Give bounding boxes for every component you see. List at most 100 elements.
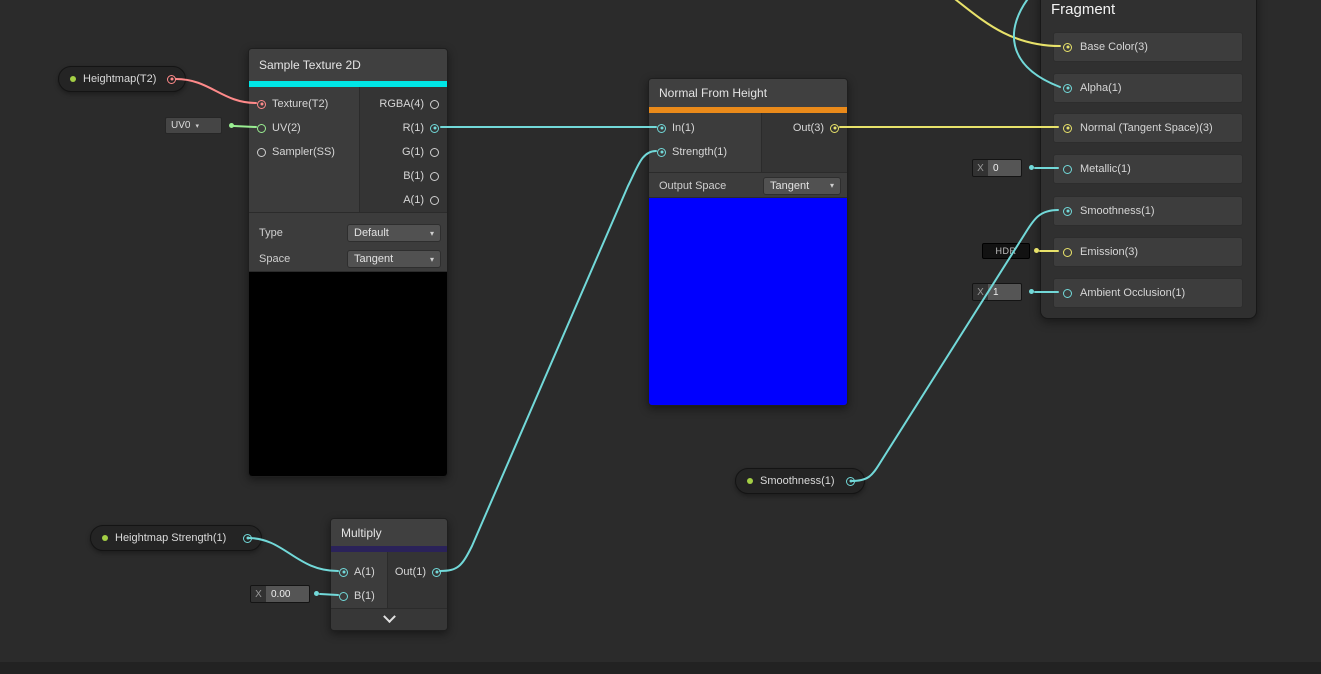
dropdown-value: Tangent: [354, 253, 393, 265]
port-sampler-input[interactable]: [257, 148, 266, 157]
port-alpha[interactable]: [1063, 84, 1072, 93]
port-g-output[interactable]: [430, 148, 439, 157]
chevron-down-icon: ▾: [425, 229, 434, 238]
port-a-output[interactable]: [430, 196, 439, 205]
property-token-heightmap[interactable]: Heightmap(T2): [58, 66, 186, 92]
multiply-b-connector-dot: [314, 591, 319, 596]
port-base-color[interactable]: [1063, 43, 1072, 52]
block-label: Metallic(1): [1080, 163, 1131, 175]
port-heightmap-strength-output[interactable]: [243, 534, 252, 543]
block-normal-tangent-space[interactable]: Normal (Tangent Space)(3): [1053, 113, 1243, 143]
port-b-output[interactable]: [430, 172, 439, 181]
uv-channel-dropdown[interactable]: UV0 ▾: [165, 117, 222, 134]
input-row-b: B(1): [331, 584, 387, 608]
port-label: A(1): [354, 566, 375, 578]
block-ambient-occlusion[interactable]: Ambient Occlusion(1): [1053, 278, 1243, 308]
node-title[interactable]: Multiply: [331, 519, 447, 546]
fragment-title: Fragment: [1051, 1, 1115, 18]
output-row-r: R(1): [360, 116, 447, 140]
exposed-indicator-dot: [747, 478, 753, 484]
multiply-b-value-input[interactable]: 0.00: [266, 586, 309, 602]
port-strength-input[interactable]: [657, 148, 666, 157]
metallic-default-field[interactable]: X 0: [972, 159, 1022, 177]
block-label: Ambient Occlusion(1): [1080, 287, 1185, 299]
port-in-input[interactable]: [657, 124, 666, 133]
output-space-dropdown[interactable]: Tangent ▾: [763, 177, 841, 195]
port-label: Out(3): [793, 122, 824, 134]
token-label: Smoothness(1): [760, 475, 835, 487]
output-row-b: B(1): [360, 164, 447, 188]
property-token-smoothness[interactable]: Smoothness(1): [735, 468, 865, 494]
shader-graph-canvas[interactable]: Fragment Base Color(3) Alpha(1) Normal (…: [0, 0, 1321, 674]
prop-label: Type: [259, 227, 283, 239]
metallic-value-input[interactable]: 0: [988, 160, 1021, 176]
axis-label: X: [251, 586, 266, 602]
dropdown-value: Default: [354, 227, 389, 239]
port-smoothness-output[interactable]: [846, 477, 855, 486]
multiply-b-default-field[interactable]: X 0.00: [250, 585, 310, 603]
wire-heightmap-strength-to-a[interactable]: [248, 538, 338, 571]
port-uv-input[interactable]: [257, 124, 266, 133]
input-row-strength: Strength(1): [649, 140, 761, 164]
block-metallic[interactable]: Metallic(1): [1053, 154, 1243, 184]
node-title-label: Multiply: [341, 527, 382, 539]
port-ambient-occlusion[interactable]: [1063, 289, 1072, 298]
block-emission[interactable]: Emission(3): [1053, 237, 1243, 267]
port-out-output[interactable]: [432, 568, 441, 577]
node-preview: [649, 197, 847, 405]
space-dropdown[interactable]: Tangent ▾: [347, 250, 441, 268]
block-label: Alpha(1): [1080, 82, 1122, 94]
property-token-heightmap-strength[interactable]: Heightmap Strength(1): [90, 525, 262, 551]
input-row-sampler: Sampler(SS): [249, 140, 359, 164]
port-metallic[interactable]: [1063, 165, 1072, 174]
uv-connector-dot: [229, 123, 234, 128]
block-base-color[interactable]: Base Color(3): [1053, 32, 1243, 62]
node-multiply[interactable]: Multiply A(1) B(1) Out(1): [330, 518, 448, 631]
block-label: Emission(3): [1080, 246, 1138, 258]
node-title[interactable]: Normal From Height: [649, 79, 847, 107]
port-rgba-output[interactable]: [430, 100, 439, 109]
output-row-a: A(1): [360, 188, 447, 212]
node-normal-from-height[interactable]: Normal From Height In(1) Strength(1) Out…: [648, 78, 848, 406]
emission-hdr-field[interactable]: HDR: [982, 243, 1030, 259]
port-b-input[interactable]: [339, 592, 348, 601]
port-r-output[interactable]: [430, 124, 439, 133]
port-label: In(1): [672, 122, 695, 134]
exposed-indicator-dot: [102, 535, 108, 541]
emission-connector-dot: [1034, 248, 1039, 253]
output-row-out: Out(3): [762, 116, 847, 140]
port-texture-input[interactable]: [257, 100, 266, 109]
port-label: A(1): [403, 194, 424, 206]
port-label: Strength(1): [672, 146, 727, 158]
block-smoothness[interactable]: Smoothness(1): [1053, 196, 1243, 226]
port-heightmap-output[interactable]: [167, 75, 176, 84]
port-label: Out(1): [395, 566, 426, 578]
output-row-g: G(1): [360, 140, 447, 164]
port-normal[interactable]: [1063, 124, 1072, 133]
fragment-context[interactable]: Fragment Base Color(3) Alpha(1) Normal (…: [1040, 0, 1257, 319]
prop-label: Space: [259, 253, 290, 265]
port-smoothness[interactable]: [1063, 207, 1072, 216]
block-alpha[interactable]: Alpha(1): [1053, 73, 1243, 103]
input-row-uv: UV(2): [249, 116, 359, 140]
prop-row-type: Type Default ▾: [249, 220, 447, 246]
preview-collapse-toggle[interactable]: [331, 608, 447, 630]
prop-label: Output Space: [659, 180, 726, 192]
node-title[interactable]: Sample Texture 2D: [249, 49, 447, 81]
port-emission[interactable]: [1063, 248, 1072, 257]
node-sample-texture-2d[interactable]: Sample Texture 2D Texture(T2) UV(2) Samp…: [248, 48, 448, 477]
port-a-input[interactable]: [339, 568, 348, 577]
wire-heightmap-to-texture[interactable]: [176, 79, 256, 103]
input-row-in: In(1): [649, 116, 761, 140]
wire-multiply-out-to-strength[interactable]: [440, 151, 656, 571]
port-label: RGBA(4): [379, 98, 424, 110]
ambient-occlusion-value-input[interactable]: 1: [988, 284, 1021, 300]
type-dropdown[interactable]: Default ▾: [347, 224, 441, 242]
chevron-down-icon: [383, 610, 396, 623]
metallic-connector-dot: [1029, 165, 1034, 170]
port-label: UV(2): [272, 122, 301, 134]
ambient-occlusion-default-field[interactable]: X 1: [972, 283, 1022, 301]
block-label: Normal (Tangent Space)(3): [1080, 122, 1213, 134]
prop-row-space: Space Tangent ▾: [249, 246, 447, 272]
port-out-output[interactable]: [830, 124, 839, 133]
